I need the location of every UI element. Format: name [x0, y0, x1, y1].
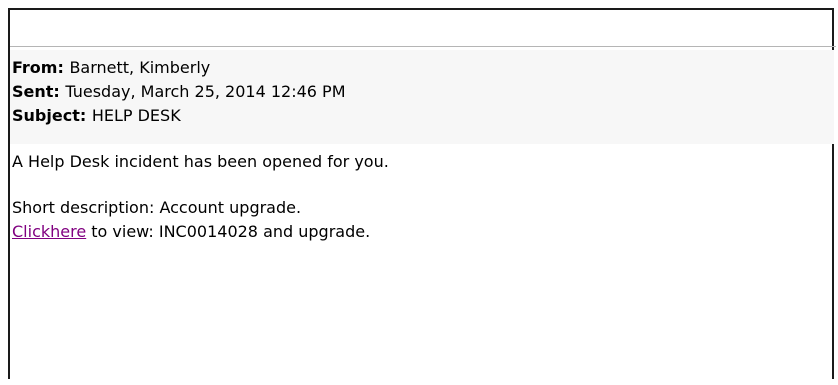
from-value: Barnett, Kimberly	[69, 58, 211, 77]
from-row: From: Barnett, Kimberly	[12, 56, 822, 80]
subject-row: Subject: HELP DESK	[12, 104, 822, 128]
from-label: From:	[12, 58, 70, 77]
link-suffix: to view: INC0014028 and upgrade.	[86, 222, 371, 241]
sent-row: Sent: Tuesday, March 25, 2014 12:46 PM	[12, 80, 822, 104]
link-row: Clickhere to view: INC0014028 and upgrad…	[12, 220, 822, 244]
short-description: Short description: Account upgrade.	[12, 198, 302, 217]
sent-label: Sent:	[12, 82, 66, 101]
header-separator	[10, 46, 836, 47]
sent-value: Tuesday, March 25, 2014 12:46 PM	[65, 82, 346, 101]
body-intro: A Help Desk incident has been opened for…	[12, 152, 389, 171]
click-here-link[interactable]: Clickhere	[12, 222, 86, 241]
subject-label: Subject:	[12, 106, 92, 125]
subject-value: HELP DESK	[91, 106, 181, 125]
email-content: From: Barnett, Kimberly Sent: Tuesday, M…	[12, 56, 822, 244]
